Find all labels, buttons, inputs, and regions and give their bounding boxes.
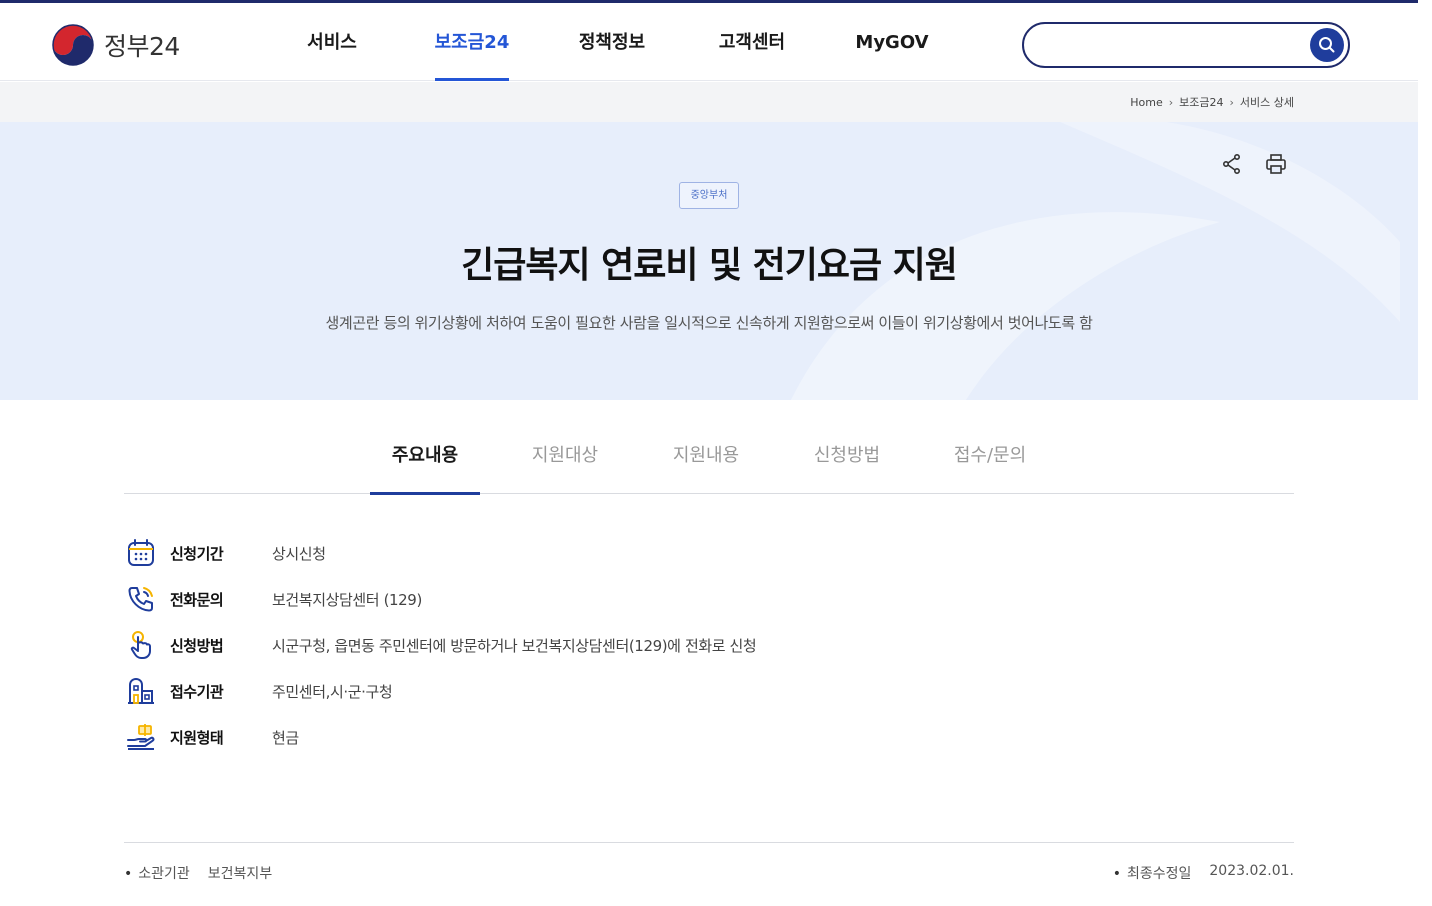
search-input[interactable] <box>1038 32 1308 58</box>
summary-label: 접수기관 <box>170 682 224 701</box>
share-icon <box>1222 153 1241 174</box>
tab-contact[interactable]: 접수/문의 <box>935 424 1045 494</box>
nav-services[interactable]: 서비스 <box>262 3 402 81</box>
chevron-right-icon: › <box>1229 95 1234 109</box>
hero-actions <box>1220 152 1288 176</box>
breadcrumb-bar: Home › 보조금24 › 서비스 상세 <box>0 82 1418 122</box>
summary-row-phone: 전화문의 보건복지상담센터 (129) <box>124 576 1024 622</box>
summary-value: 보건복지상담센터 (129) <box>272 590 422 609</box>
summary-row-method: 신청방법 시군구청, 읍면동 주민센터에 방문하거나 보건복지상담센터(129)… <box>124 622 1024 668</box>
logo[interactable]: 정부24 <box>52 24 180 66</box>
tab-main-content[interactable]: 주요내용 <box>370 424 480 495</box>
summary-label: 신청방법 <box>170 636 224 655</box>
nav-subsidy24[interactable]: 보조금24 <box>402 3 542 81</box>
agency-label: 소관기관 <box>124 863 190 883</box>
summary-value: 현금 <box>272 728 299 747</box>
agency-info: 소관기관 보건복지부 <box>124 863 272 883</box>
search-box <box>1022 22 1350 68</box>
detail-tabs: 주요내용 지원대상 지원내용 신청방법 접수/문의 <box>124 424 1294 495</box>
agency-value: 보건복지부 <box>207 866 273 882</box>
summary-label: 신청기간 <box>170 544 224 563</box>
summary-row-type: 지원형태 현금 <box>124 714 1024 760</box>
tab-how-to-apply[interactable]: 신청방법 <box>792 424 902 494</box>
phone-icon <box>128 587 153 612</box>
service-hero: 중앙부처 긴급복지 연료비 및 전기요금 지원 생계곤란 등의 위기상황에 처하… <box>0 122 1418 400</box>
hand-pointer-icon <box>130 631 151 659</box>
service-description: 생계곤란 등의 위기상황에 처하여 도움이 필요한 사람을 일시적으로 신속하게… <box>325 314 1093 332</box>
search-button[interactable] <box>1310 28 1344 62</box>
nav-policy-info[interactable]: 정책정보 <box>542 3 682 81</box>
tab-eligibility[interactable]: 지원대상 <box>510 424 620 494</box>
summary-value: 시군구청, 읍면동 주민센터에 방문하거나 보건복지상담센터(129)에 전화로… <box>272 636 757 655</box>
building-icon <box>128 677 154 704</box>
summary-value: 상시신청 <box>272 544 326 563</box>
breadcrumb-home[interactable]: Home <box>1130 96 1162 109</box>
summary-row-period: 신청기간 상시신청 <box>124 530 1024 576</box>
summary-label: 지원형태 <box>170 728 224 747</box>
share-button[interactable] <box>1220 152 1244 176</box>
breadcrumb: Home › 보조금24 › 서비스 상세 <box>1130 94 1294 110</box>
calendar-icon <box>128 539 154 566</box>
nav-customer-center[interactable]: 고객센터 <box>682 3 822 81</box>
chevron-right-icon: › <box>1168 95 1174 109</box>
updated-value: 2023.02.01. <box>1209 863 1294 879</box>
logo-text: 정부24 <box>104 32 180 61</box>
updated-label: 최종수정일 <box>1113 863 1191 883</box>
main-nav: 서비스 보조금24 정책정보 고객센터 MyGOV <box>262 3 962 81</box>
last-updated: 최종수정일 2023.02.01. <box>1113 863 1294 883</box>
site-header: 정부24 서비스 보조금24 정책정보 고객센터 MyGOV <box>0 3 1418 81</box>
cash-hand-icon <box>127 724 155 750</box>
page-title: 긴급복지 연료비 및 전기요금 지원 <box>461 245 958 286</box>
breadcrumb-subsidy24[interactable]: 보조금24 <box>1179 94 1223 110</box>
summary-row-office: 접수기관 주민센터,시·군·구청 <box>124 668 1024 714</box>
taegeuk-logo-icon <box>52 24 94 66</box>
print-icon <box>1266 154 1286 174</box>
breadcrumb-current: 서비스 상세 <box>1239 96 1294 109</box>
tab-support-details[interactable]: 지원내용 <box>651 424 761 494</box>
nav-mygov[interactable]: MyGOV <box>822 3 962 81</box>
detail-footer: 소관기관 보건복지부 최종수정일 2023.02.01. <box>124 842 1294 906</box>
search-icon <box>1319 37 1335 53</box>
agency-type-badge: 중앙부처 <box>679 182 739 209</box>
summary-value: 주민센터,시·군·구청 <box>272 682 393 701</box>
print-button[interactable] <box>1264 152 1288 176</box>
summary-list: 신청기간 상시신청 전화문의 보건복지상담센터 (129) 신청방법 시군구청,… <box>124 530 1024 760</box>
summary-label: 전화문의 <box>170 590 224 609</box>
